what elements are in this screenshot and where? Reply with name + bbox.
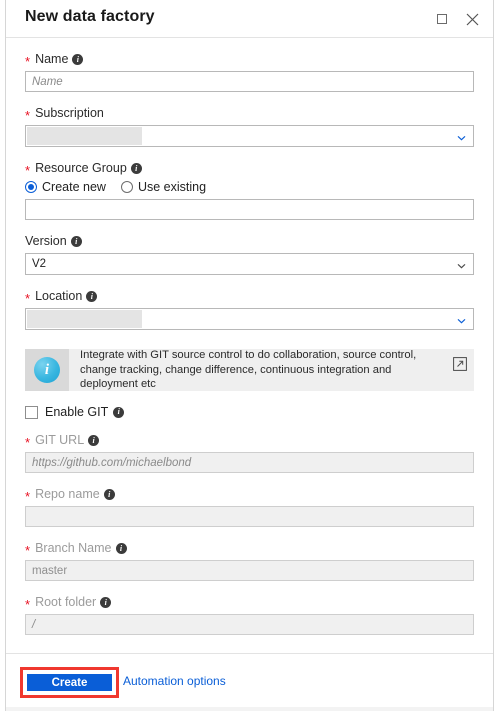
chevron-down-icon xyxy=(457,261,466,269)
create-button[interactable]: Create xyxy=(26,673,113,692)
version-value: V2 xyxy=(32,258,47,270)
location-label-text: Location xyxy=(35,289,83,303)
close-glyph xyxy=(466,13,478,25)
info-icon[interactable]: i xyxy=(130,163,142,174)
git-url-input[interactable]: https://github.com/michaelbond xyxy=(25,452,474,473)
page-title: New data factory xyxy=(25,8,155,25)
version-select[interactable]: V2 xyxy=(25,253,474,275)
repo-name-label: * Repo name i xyxy=(25,487,474,504)
root-folder-placeholder: / xyxy=(32,618,36,631)
required-asterisk: * xyxy=(25,107,31,123)
blade-titlebar: New data factory xyxy=(6,0,493,38)
new-data-factory-blade: New data factory * Name i Name * Subscri… xyxy=(5,0,494,711)
maximize-icon[interactable] xyxy=(431,8,453,30)
git-url-label-text: GIT URL xyxy=(35,433,85,447)
enable-git-checkbox[interactable]: Enable GIT i xyxy=(25,405,474,419)
chevron-down-icon xyxy=(457,133,466,141)
location-select[interactable] xyxy=(25,308,474,330)
required-asterisk: * xyxy=(25,488,31,504)
git-url-placeholder: https://github.com/michaelbond xyxy=(32,456,192,469)
redacted-value xyxy=(27,127,142,145)
name-placeholder: Name xyxy=(32,75,63,88)
field-name: * Name i Name xyxy=(25,52,474,92)
subscription-label: * Subscription xyxy=(25,106,474,123)
root-folder-input[interactable]: / xyxy=(25,614,474,635)
radio-dot xyxy=(120,181,133,193)
form-body: * Name i Name * Subscription * Resource … xyxy=(6,39,493,654)
info-icon[interactable]: i xyxy=(88,435,100,446)
name-label: * Name i xyxy=(25,52,474,69)
blade-footer: Create Automation options xyxy=(6,653,493,711)
field-location: * Location i xyxy=(25,289,474,330)
info-icon[interactable]: i xyxy=(103,489,115,500)
resource-group-label: * Resource Group i xyxy=(25,161,474,178)
info-icon[interactable]: i xyxy=(113,406,125,418)
field-branch-name: * Branch Name i master xyxy=(25,541,474,581)
automation-options-link[interactable]: Automation options xyxy=(123,674,226,688)
banner-icon-cell: i xyxy=(25,349,69,391)
repo-name-input[interactable] xyxy=(25,506,474,527)
branch-name-input[interactable]: master xyxy=(25,560,474,581)
root-folder-label: * Root folder i xyxy=(25,595,474,612)
info-icon[interactable]: i xyxy=(70,236,82,247)
resource-group-label-text: Resource Group xyxy=(35,161,127,175)
required-asterisk: * xyxy=(25,290,31,306)
required-asterisk: * xyxy=(25,542,31,558)
version-label-text: Version xyxy=(25,234,67,248)
subscription-select[interactable] xyxy=(25,125,474,147)
git-info-banner: i Integrate with GIT source control to d… xyxy=(25,349,474,391)
enable-git-label: Enable GIT i xyxy=(45,405,125,419)
branch-name-label-text: Branch Name xyxy=(35,541,112,555)
info-icon[interactable]: i xyxy=(115,543,127,554)
close-icon[interactable] xyxy=(461,8,483,30)
banner-text: Integrate with GIT source control to do … xyxy=(80,349,417,391)
root-folder-label-text: Root folder xyxy=(35,595,97,609)
radio-dot-selected xyxy=(25,181,37,193)
bottom-edge xyxy=(6,707,493,711)
radio-use-existing-label: Use existing xyxy=(137,180,207,194)
version-label: Version i xyxy=(25,234,474,249)
git-url-label: * GIT URL i xyxy=(25,433,474,450)
redacted-value xyxy=(27,310,142,328)
branch-name-label: * Branch Name i xyxy=(25,541,474,558)
subscription-label-text: Subscription xyxy=(35,106,104,120)
field-root-folder: * Root folder i / xyxy=(25,595,474,635)
field-repo-name: * Repo name i xyxy=(25,487,474,527)
field-git-url: * GIT URL i https://github.com/michaelbo… xyxy=(25,433,474,473)
radio-create-new-label: Create new xyxy=(42,180,106,194)
field-resource-group: * Resource Group i Create new Use existi… xyxy=(25,161,474,220)
required-asterisk: * xyxy=(25,162,31,178)
info-icon[interactable]: i xyxy=(86,291,98,302)
required-asterisk: * xyxy=(25,53,31,69)
chevron-down-icon xyxy=(457,316,466,324)
resource-group-input[interactable] xyxy=(25,199,474,220)
info-icon[interactable]: i xyxy=(100,597,112,608)
required-asterisk: * xyxy=(25,596,31,612)
field-subscription: * Subscription xyxy=(25,106,474,147)
location-label: * Location i xyxy=(25,289,474,306)
info-icon: i xyxy=(34,357,60,383)
info-icon[interactable]: i xyxy=(72,54,84,65)
external-link-icon[interactable] xyxy=(453,357,467,371)
enable-git-label-text: Enable GIT xyxy=(45,405,109,419)
branch-name-value: master xyxy=(32,564,68,577)
resource-group-radio-group: Create new Use existing xyxy=(25,180,474,194)
required-asterisk: * xyxy=(25,434,31,450)
checkbox-box xyxy=(25,405,38,419)
radio-create-new[interactable]: Create new xyxy=(25,180,106,194)
repo-name-label-text: Repo name xyxy=(35,487,100,501)
field-version: Version i V2 xyxy=(25,234,474,275)
radio-use-existing[interactable]: Use existing xyxy=(120,180,207,194)
name-input[interactable]: Name xyxy=(25,71,474,92)
name-label-text: Name xyxy=(35,52,69,66)
